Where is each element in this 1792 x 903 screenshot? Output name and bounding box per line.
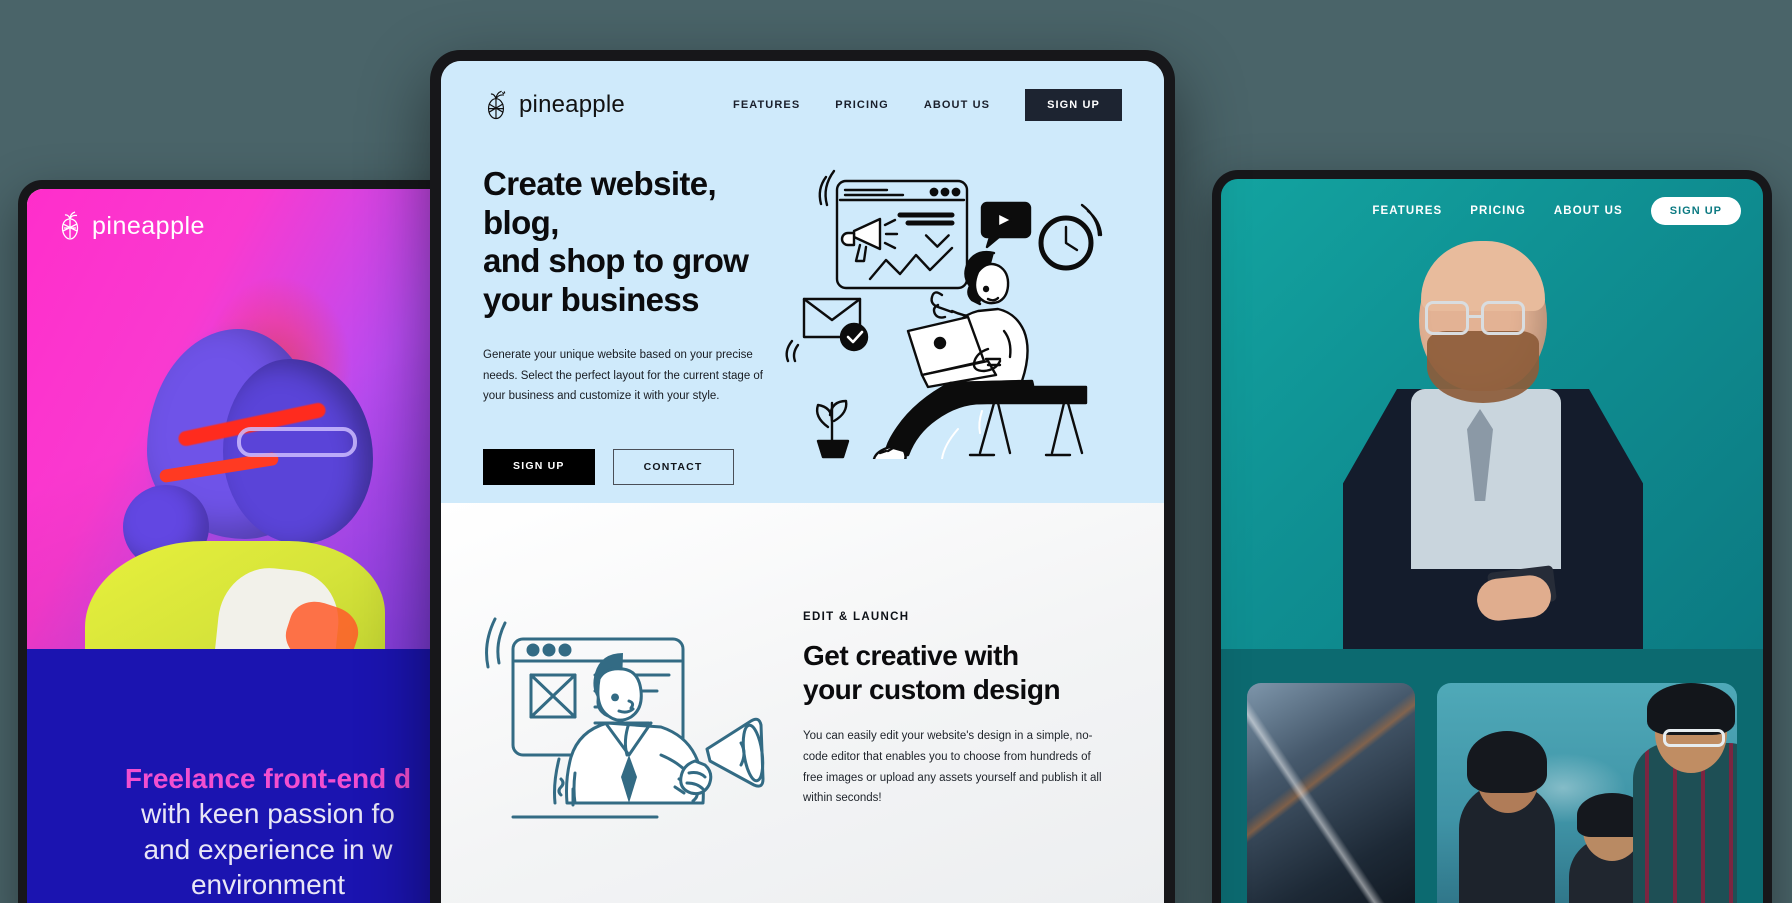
right-nav-item-features[interactable]: FEATURES <box>1372 205 1442 217</box>
hero-contact-button[interactable]: CONTACT <box>612 448 734 485</box>
page-canvas: pineapple Freelance front-end d with kee… <box>0 0 1792 903</box>
headline-line-1: Create website, blog, <box>483 165 717 241</box>
center-navigation: FEATURES PRICING ABOUT US SIGN UP <box>733 89 1122 121</box>
right-device-navigation: FEATURES PRICING ABOUT US SIGN UP <box>1372 197 1741 225</box>
pineapple-icon <box>487 90 506 119</box>
center-hero-cta-group: SIGN UP CONTACT <box>483 448 768 485</box>
left-text-line-2: with keen passion fo <box>141 798 395 830</box>
businessman-beard <box>1427 331 1539 403</box>
center-hero-section: pineapple FEATURES PRICING ABOUT US SIGN… <box>441 61 1164 503</box>
center-nav-item-features[interactable]: FEATURES <box>733 99 800 111</box>
center-nav-item-pricing[interactable]: PRICING <box>835 99 889 111</box>
photo-person-right-glasses <box>1663 729 1725 747</box>
right-laptop-device: FEATURES PRICING ABOUT US SIGN UP <box>1212 170 1772 903</box>
center-logo-wordmark: pineapple <box>519 91 625 118</box>
center-device-screen: pineapple FEATURES PRICING ABOUT US SIGN… <box>441 61 1164 903</box>
hero-signup-button[interactable]: SIGN UP <box>483 448 595 485</box>
left-logo-wordmark: pineapple <box>92 211 205 240</box>
center-signup-button[interactable]: SIGN UP <box>1025 89 1122 121</box>
center-hero-body: Create website, blog, and shop to grow y… <box>483 165 1122 485</box>
center-nav-item-about-us[interactable]: ABOUT US <box>924 99 990 111</box>
left-device-logo[interactable]: pineapple <box>57 211 205 241</box>
photo-person-left-hair <box>1467 731 1547 793</box>
businessman-glasses-bridge <box>1469 315 1481 318</box>
right-nav-item-about-us[interactable]: ABOUT US <box>1554 205 1623 217</box>
center-logo[interactable]: pineapple <box>483 90 625 121</box>
center-second-section: EDIT & LAUNCH Get creative with your cus… <box>441 503 1164 903</box>
portrait-glasses <box>237 427 357 457</box>
center-section-copy: EDIT & LAUNCH Get creative with your cus… <box>793 611 1122 809</box>
section-eyebrow: EDIT & LAUNCH <box>803 611 910 624</box>
headline-line-2: and shop to grow <box>483 242 749 280</box>
businessman-glasses-right <box>1481 301 1525 335</box>
center-hero-paragraph: Generate your unique website based on yo… <box>483 349 763 403</box>
right-hero-section: FEATURES PRICING ABOUT US SIGN UP <box>1221 179 1763 649</box>
center-hero-headline: Create website, blog, and shop to grow y… <box>483 165 768 319</box>
section-heading: Get creative with your custom design <box>803 639 1122 706</box>
right-lower-section <box>1221 649 1763 903</box>
person-with-megaphone-illustration <box>485 617 765 818</box>
architecture-photo-card[interactable] <box>1247 683 1415 903</box>
center-section-illustration <box>483 583 783 838</box>
right-photo-card-row <box>1247 683 1737 903</box>
section-heading-line-1: Get creative with <box>803 640 1019 672</box>
pineapple-icon <box>61 211 79 240</box>
left-text-line-1: Freelance front-end d <box>124 763 412 794</box>
right-nav-item-pricing[interactable]: PRICING <box>1470 205 1526 217</box>
right-hero-businessman-image <box>1291 239 1691 649</box>
person-on-bench-with-laptop-illustration <box>785 169 1103 467</box>
center-laptop-device: pineapple FEATURES PRICING ABOUT US SIGN… <box>430 50 1175 903</box>
right-signup-button[interactable]: SIGN UP <box>1650 197 1741 225</box>
section-heading-line-2: your custom design <box>803 673 1061 705</box>
smiling-people-photo-card[interactable] <box>1437 683 1737 903</box>
headline-line-3: your business <box>483 280 700 318</box>
left-text-line-3: and experience in w <box>143 833 393 865</box>
businessman-glasses-left <box>1425 301 1469 335</box>
center-hero-copy: Create website, blog, and shop to grow y… <box>483 165 768 485</box>
center-hero-illustration <box>782 159 1122 485</box>
right-device-screen: FEATURES PRICING ABOUT US SIGN UP <box>1221 179 1763 903</box>
left-text-line-4: environment <box>190 868 346 900</box>
center-header: pineapple FEATURES PRICING ABOUT US SIGN… <box>483 89 1122 121</box>
photo-person-right-hair <box>1647 683 1735 735</box>
section-paragraph: You can easily edit your website's desig… <box>803 730 1102 805</box>
